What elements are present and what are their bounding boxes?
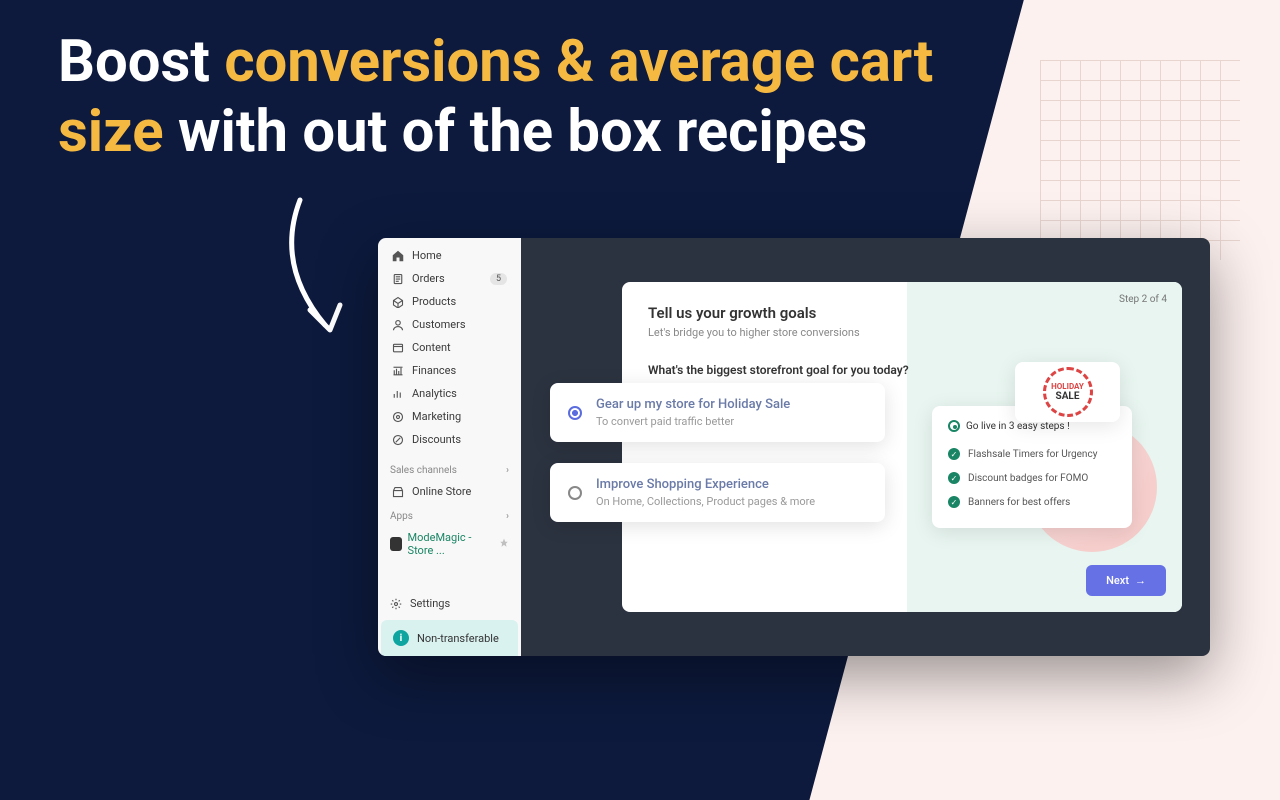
gear-icon bbox=[390, 598, 402, 610]
option-title: Gear up my store for Holiday Sale bbox=[596, 397, 790, 412]
grid-decoration bbox=[1040, 60, 1240, 260]
nav-products[interactable]: Products bbox=[384, 290, 515, 313]
option-subtitle: To convert paid traffic better bbox=[596, 415, 790, 428]
section-apps[interactable]: Apps› bbox=[378, 503, 521, 526]
content-icon bbox=[392, 342, 404, 354]
nav-settings[interactable]: Settings bbox=[378, 591, 521, 616]
nav-orders[interactable]: Orders5 bbox=[384, 267, 515, 290]
promo-item: ✓Discount badges for FOMO bbox=[948, 466, 1116, 490]
app-modemagic[interactable]: ModeMagic - Store ... bbox=[378, 526, 521, 562]
app-window: Home Orders5 Products Customers Content … bbox=[378, 238, 1210, 656]
nav-finances[interactable]: Finances bbox=[384, 359, 515, 382]
option-title: Improve Shopping Experience bbox=[596, 477, 815, 492]
analytics-icon bbox=[392, 388, 404, 400]
option-subtitle: On Home, Collections, Product pages & mo… bbox=[596, 495, 815, 508]
radio-selected[interactable] bbox=[568, 406, 582, 420]
orders-icon bbox=[392, 273, 404, 285]
check-icon: ✓ bbox=[948, 496, 960, 508]
panel-title: Tell us your growth goals bbox=[648, 304, 1156, 322]
app-icon bbox=[390, 537, 402, 551]
radio-unselected[interactable] bbox=[568, 486, 582, 500]
nav-content[interactable]: Content bbox=[384, 336, 515, 359]
arrow-right-icon: → bbox=[1135, 574, 1146, 587]
holiday-sale-badge: HOLIDAY SALE bbox=[1015, 362, 1120, 422]
marketing-headline: Boost conversions & average cart size wi… bbox=[58, 28, 978, 167]
onboarding-panel: Step 2 of 4 Tell us your growth goals Le… bbox=[622, 282, 1182, 612]
sidebar: Home Orders5 Products Customers Content … bbox=[378, 238, 521, 656]
finances-icon bbox=[392, 365, 404, 377]
target-icon bbox=[948, 420, 960, 432]
nav-discounts[interactable]: Discounts bbox=[384, 428, 515, 451]
option-holiday-sale[interactable]: Gear up my store for Holiday Sale To con… bbox=[550, 383, 885, 442]
nav-analytics[interactable]: Analytics bbox=[384, 382, 515, 405]
orders-badge: 5 bbox=[490, 273, 507, 285]
nav-list: Home Orders5 Products Customers Content … bbox=[378, 238, 521, 457]
nav-online-store[interactable]: Online Store bbox=[378, 480, 521, 503]
marketing-icon bbox=[392, 411, 404, 423]
check-icon: ✓ bbox=[948, 448, 960, 460]
store-icon bbox=[392, 486, 404, 498]
pin-icon bbox=[499, 538, 509, 551]
info-icon: i bbox=[393, 630, 409, 646]
option-shopping-experience[interactable]: Improve Shopping Experience On Home, Col… bbox=[550, 463, 885, 522]
nav-marketing[interactable]: Marketing bbox=[384, 405, 515, 428]
nav-home[interactable]: Home bbox=[384, 244, 515, 267]
discounts-icon bbox=[392, 434, 404, 446]
products-icon bbox=[392, 296, 404, 308]
section-channels[interactable]: Sales channels› bbox=[378, 457, 521, 480]
home-icon bbox=[392, 250, 404, 262]
panel-subtitle: Let's bridge you to higher store convers… bbox=[648, 326, 1156, 339]
check-icon: ✓ bbox=[948, 472, 960, 484]
promo-item: ✓Flashsale Timers for Urgency bbox=[948, 442, 1116, 466]
chevron-right-icon: › bbox=[506, 511, 509, 522]
nav-customers[interactable]: Customers bbox=[384, 313, 515, 336]
next-button[interactable]: Next→ bbox=[1086, 565, 1166, 596]
non-transferable-banner[interactable]: iNon-transferable bbox=[381, 620, 518, 656]
chevron-right-icon: › bbox=[506, 465, 509, 476]
promo-item: ✓Banners for best offers bbox=[948, 490, 1116, 514]
customers-icon bbox=[392, 319, 404, 331]
promo-steps-card: Go live in 3 easy steps ! ✓Flashsale Tim… bbox=[932, 406, 1132, 528]
arrow-decoration bbox=[270, 195, 360, 345]
